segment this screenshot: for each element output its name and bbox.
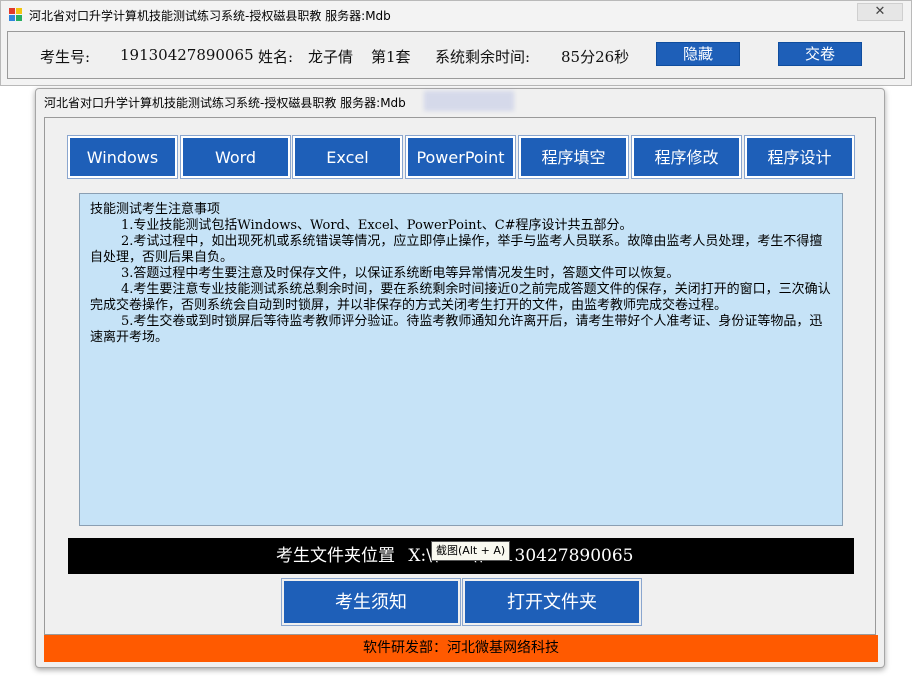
student-info-panel: 考生号: 19130427890065 姓名: 龙子倩 第1套 系统剩余时间: … <box>7 31 905 79</box>
developer-footer: 软件研发部：河北微基网络科技 <box>44 635 878 662</box>
name-value: 龙子倩 <box>308 48 354 66</box>
close-button[interactable]: ✕ <box>857 3 903 21</box>
name-label: 姓名: <box>258 48 294 66</box>
main-exam-window: 河北省对口升学计算机技能测试练习系统-授权磁县职教 服务器:Mdb Window… <box>35 88 885 668</box>
screenshot-tooltip: 截图(Alt + A) <box>431 541 511 561</box>
exam-notice-textbox[interactable]: 技能测试考生注意事项 1.专业技能测试包括Windows、Word、Excel、… <box>79 193 843 526</box>
student-id-value: 19130427890065 <box>120 46 254 64</box>
main-window-title: 河北省对口升学计算机技能测试练习系统-授权磁县职教 服务器:Mdb <box>44 96 406 110</box>
hide-button[interactable]: 隐藏 <box>656 42 740 66</box>
tab-program-fix[interactable]: 程序修改 <box>631 135 742 179</box>
tab-excel[interactable]: Excel <box>292 135 403 179</box>
student-id-label: 考生号: <box>40 48 91 66</box>
tab-word[interactable]: Word <box>180 135 291 179</box>
blurred-overlay <box>424 91 514 111</box>
submit-exam-button[interactable]: 交卷 <box>778 42 862 66</box>
exam-status-window: 河北省对口升学计算机技能测试练习系统-授权磁县职教 服务器:Mdb ✕ 考生号:… <box>0 0 912 86</box>
open-folder-button[interactable]: 打开文件夹 <box>462 578 642 626</box>
window-title: 河北省对口升学计算机技能测试练习系统-授权磁县职教 服务器:Mdb <box>29 9 391 23</box>
notice-item: 5.考生交卷或到时锁屏后等待监考教师评分验证。待监考教师通知允许离开后，请考生带… <box>90 314 823 345</box>
tab-fill-blank[interactable]: 程序填空 <box>518 135 629 179</box>
notice-item: 2.考试过程中，如出现死机或系统错误等情况，应立即停止操作，举手与监考人员联系。… <box>90 234 823 265</box>
folder-location-label: 考生文件夹位置 <box>276 546 395 566</box>
notice-heading: 技能测试考生注意事项 <box>90 202 221 217</box>
tab-powerpoint[interactable]: PowerPoint <box>405 135 516 179</box>
exam-set: 第1套 <box>371 48 411 66</box>
time-label: 系统剩余时间: <box>435 48 531 66</box>
title-bar: 河北省对口升学计算机技能测试练习系统-授权磁县职教 服务器:Mdb ✕ <box>1 1 911 27</box>
tab-program-design[interactable]: 程序设计 <box>744 135 855 179</box>
notice-item: 4.考生要注意专业技能测试系统总剩余时间，要在系统剩余时间接近0之前完成答题文件… <box>90 282 831 313</box>
time-remaining: 85分26秒 <box>561 48 630 66</box>
tab-windows[interactable]: Windows <box>67 135 178 179</box>
app-icon <box>9 8 22 21</box>
notice-item: 1.专业技能测试包括Windows、Word、Excel、PowerPoint、… <box>121 218 633 233</box>
notice-item: 3.答题过程中考生要注意及时保存文件，以保证系统断电等异常情况发生时，答题文件可… <box>121 266 680 281</box>
exam-notice-button[interactable]: 考生须知 <box>281 578 461 626</box>
